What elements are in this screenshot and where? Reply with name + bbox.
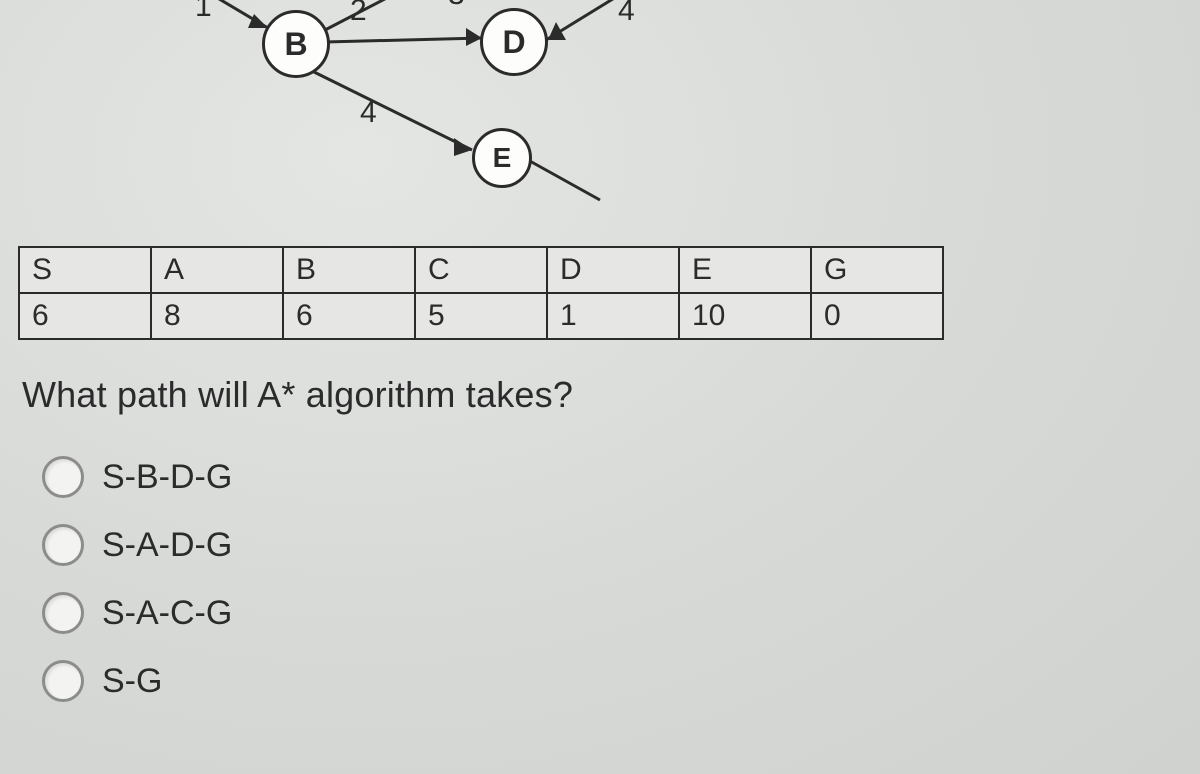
edge-weight: 3	[448, 0, 465, 12]
node-e: E	[472, 128, 532, 188]
edge-weight: 2	[350, 0, 367, 28]
edge-weight: 4	[360, 96, 377, 130]
edge-weight: 1	[195, 0, 212, 24]
option-label: S-A-D-G	[102, 526, 232, 565]
question-text: What path will A* algorithm takes?	[22, 374, 573, 416]
radio-icon[interactable]	[42, 524, 84, 566]
val-b: 6	[283, 293, 415, 339]
val-g: 0	[811, 293, 943, 339]
val-a: 8	[151, 293, 283, 339]
val-c: 5	[415, 293, 547, 339]
val-d: 1	[547, 293, 679, 339]
option-4[interactable]: S-G	[42, 660, 232, 702]
question-page: B D E 1 2 3 4 4 S A B C D E G 6 8 6 5 1 …	[0, 0, 1200, 774]
option-2[interactable]: S-A-D-G	[42, 524, 232, 566]
option-label: S-G	[102, 662, 162, 701]
node-d: D	[480, 8, 548, 76]
options-list: S-B-D-G S-A-D-G S-A-C-G S-G	[42, 456, 232, 728]
table-row: S A B C D E G	[19, 247, 943, 293]
option-3[interactable]: S-A-C-G	[42, 592, 232, 634]
th-d: D	[547, 247, 679, 293]
th-s: S	[19, 247, 151, 293]
th-a: A	[151, 247, 283, 293]
th-b: B	[283, 247, 415, 293]
option-label: S-B-D-G	[102, 458, 232, 497]
th-e: E	[679, 247, 811, 293]
radio-icon[interactable]	[42, 592, 84, 634]
th-c: C	[415, 247, 547, 293]
option-1[interactable]: S-B-D-G	[42, 456, 232, 498]
node-b: B	[262, 10, 330, 78]
val-s: 6	[19, 293, 151, 339]
th-g: G	[811, 247, 943, 293]
option-label: S-A-C-G	[102, 594, 232, 633]
graph-diagram: B D E 1 2 3 4 4	[0, 0, 1200, 210]
heuristic-table: S A B C D E G 6 8 6 5 1 10 0	[18, 246, 944, 340]
val-e: 10	[679, 293, 811, 339]
edge-weight: 4	[618, 0, 635, 28]
radio-icon[interactable]	[42, 456, 84, 498]
table-row: 6 8 6 5 1 10 0	[19, 293, 943, 339]
radio-icon[interactable]	[42, 660, 84, 702]
